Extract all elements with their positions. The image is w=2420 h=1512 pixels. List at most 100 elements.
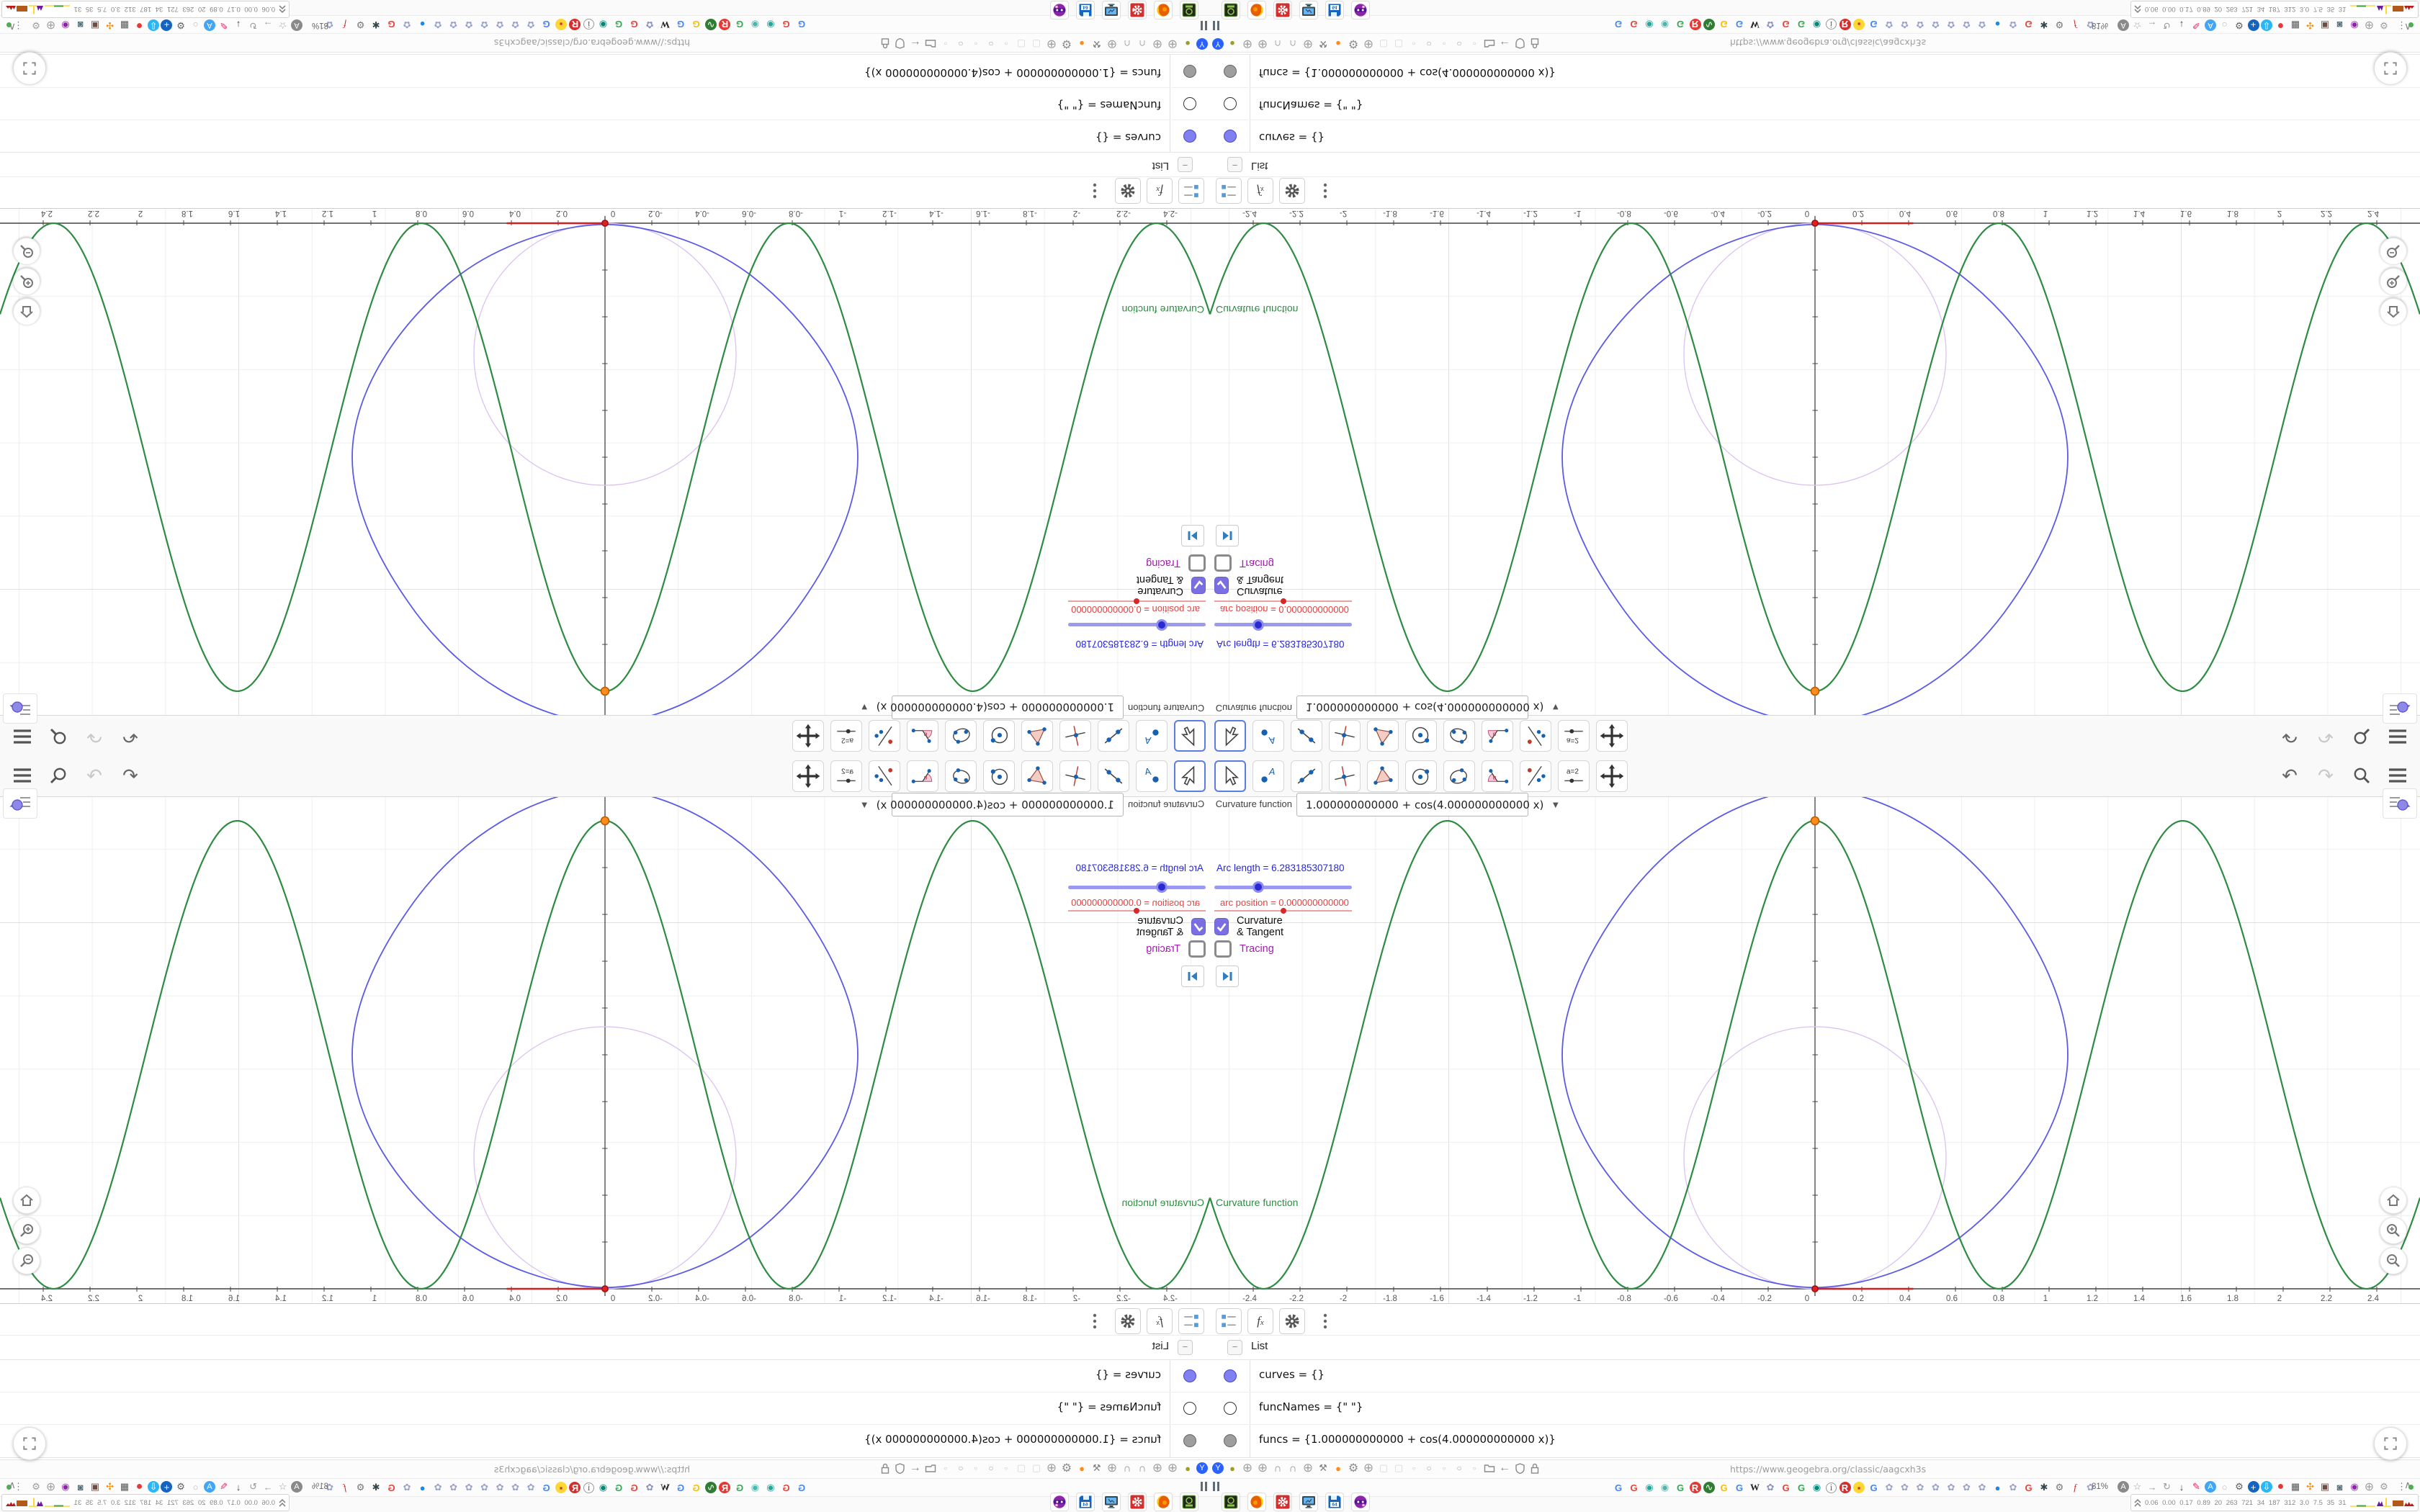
headset-icon[interactable]: ∩ [1271, 37, 1284, 50]
globe-icon[interactable]: ⊕ [1301, 37, 1314, 51]
translate-blue-icon[interactable]: A [204, 19, 215, 31]
pin-icon[interactable]: Y [1212, 38, 1224, 50]
arc-length-slider-track[interactable] [1068, 623, 1206, 626]
chevron-up-icon[interactable]: ∧ [9, 21, 16, 33]
pill-icon[interactable]: ○ [189, 1480, 202, 1493]
wikipedia-favicon[interactable]: W [1749, 18, 1762, 31]
box-icon[interactable]: ▣ [2318, 19, 2331, 32]
google-favicon[interactable]: G [1674, 1481, 1687, 1494]
visibility-marble[interactable] [1183, 97, 1196, 110]
google-favicon[interactable]: G [1733, 18, 1746, 31]
faded-icon[interactable]: ▢ [1030, 37, 1043, 50]
gear-favicon[interactable]: ⚙ [2053, 18, 2066, 31]
redo-button[interactable]: ↷ [82, 724, 107, 749]
reload-icon[interactable]: ↻ [2161, 1480, 2174, 1493]
flower-favicon[interactable]: ✿ [1764, 1481, 1777, 1494]
dot-icon[interactable]: ○ [1000, 1462, 1013, 1475]
flower-favicon[interactable]: ✿ [400, 18, 413, 31]
zoom-in-button[interactable] [2380, 1217, 2407, 1244]
site-icon[interactable]: ● [1226, 37, 1239, 50]
box-icon[interactable]: ▣ [89, 1480, 102, 1493]
translate-icon[interactable]: A [2118, 19, 2129, 31]
tool-moveview-button[interactable] [1596, 720, 1628, 752]
globe-icon[interactable]: ⊕ [1106, 1461, 1119, 1475]
dot-icon[interactable]: ○ [969, 1462, 982, 1475]
flower-favicon[interactable]: ✿ [478, 1481, 491, 1494]
algebra-row[interactable]: funcs = {1.000000000000 + cos(4.00000000… [0, 1425, 1210, 1457]
gear-icon[interactable]: ⚙ [2378, 1480, 2390, 1493]
graphics-view[interactable]: -2.4 -2.2 -2 -1.8 -1.6 -1.4 -1.2 -1 -0.8 -0.6 -0.4… [0, 209, 1210, 715]
dot-icon[interactable]: ○ [939, 1462, 952, 1475]
google-favicon[interactable]: G [1868, 1481, 1881, 1494]
taskbar-app-emulator-64[interactable]: 64 [1076, 1, 1095, 19]
arc-length-slider-knob[interactable] [1252, 619, 1264, 631]
flower-favicon[interactable]: ✿ [1960, 1481, 1973, 1494]
wikipedia-favicon[interactable]: W [659, 18, 672, 31]
google-favicon[interactable]: G [1628, 1481, 1641, 1494]
curvature-point[interactable] [1810, 816, 1820, 826]
pill-icon[interactable]: ○ [189, 19, 202, 32]
image-favicon[interactable]: ▪ [555, 19, 567, 30]
algebra-row[interactable]: funcs = {1.000000000000 + cos(4.00000000… [0, 55, 1210, 87]
google-favicon[interactable]: G [1612, 18, 1625, 31]
translate-icon[interactable]: A [291, 1481, 302, 1493]
algebra-row[interactable]: curves = {} [1210, 1360, 2420, 1392]
google-favicon[interactable]: G [1718, 1481, 1731, 1494]
headset-icon[interactable]: ∩ [1136, 1462, 1149, 1475]
shield-icon[interactable] [1513, 37, 1526, 50]
folder-icon[interactable] [1483, 37, 1496, 50]
google-favicon[interactable]: G [385, 18, 398, 31]
info-favicon[interactable]: i [583, 1482, 594, 1493]
compass-icon[interactable]: ✣ [104, 1480, 117, 1493]
fullscreen-button[interactable] [2374, 1427, 2407, 1460]
translate-icon[interactable]: A [291, 19, 302, 31]
flower-favicon[interactable]: ✿ [400, 1481, 413, 1494]
wave-favicon[interactable]: ∿ [1703, 1482, 1715, 1493]
curvature-point[interactable] [600, 816, 610, 826]
tracing-checkbox[interactable] [1214, 554, 1232, 572]
kebab-menu-button[interactable] [1312, 1308, 1338, 1334]
zoom-in-button[interactable] [13, 268, 40, 295]
zoom-in-button[interactable] [13, 1217, 40, 1244]
chevron-up-icon[interactable]: ∧ [2404, 1479, 2411, 1491]
kebab-menu-button[interactable] [1082, 178, 1108, 204]
site-icon[interactable]: ● [1181, 1462, 1194, 1475]
globe-icon[interactable]: ⊕ [1045, 1461, 1058, 1475]
pill-icon[interactable]: ○ [2218, 1480, 2231, 1493]
dot-icon[interactable]: ○ [1453, 1462, 1466, 1475]
dot-icon[interactable]: ○ [1453, 37, 1466, 50]
flower-favicon[interactable]: ✿ [493, 18, 506, 31]
globe-icon[interactable]: ⊕ [2363, 1480, 2376, 1493]
image-favicon[interactable]: ▪ [555, 1482, 567, 1493]
google-favicon[interactable]: G [795, 18, 808, 31]
lock-icon[interactable] [1528, 1462, 1541, 1475]
google-favicon[interactable]: G [690, 18, 703, 31]
algebra-row[interactable]: funcNames = {" "} [0, 1392, 1210, 1425]
arc-position-slider[interactable] [1068, 907, 1206, 914]
algebra-row[interactable]: curves = {} [0, 1360, 1210, 1392]
flower-favicon[interactable]: ✿ [1899, 1481, 1912, 1494]
shield-down-icon[interactable]: ⇩ [2261, 1481, 2272, 1493]
headset-icon[interactable]: ∩ [1121, 37, 1134, 50]
tool-slider-button[interactable]: a=2 [830, 720, 862, 752]
record-icon[interactable]: ● [133, 19, 146, 32]
flower-favicon[interactable]: ✿ [431, 18, 444, 31]
tool-reflect-button[interactable] [869, 760, 900, 792]
arc-start-point[interactable] [1811, 220, 1819, 227]
star-favicon[interactable]: ✱ [369, 1481, 382, 1494]
site-icon[interactable]: ● [1181, 37, 1194, 50]
redo-button[interactable]: ↷ [82, 763, 107, 788]
flower-favicon[interactable]: ✿ [509, 1481, 522, 1494]
menu-button[interactable] [2385, 763, 2410, 788]
tool-angle-button[interactable]: α [1482, 720, 1513, 752]
star-icon[interactable]: ☆ [277, 1480, 290, 1493]
back-arrow-icon[interactable]: ← [909, 37, 922, 50]
home-button[interactable] [2380, 298, 2407, 325]
shield-down-icon[interactable]: ⇩ [2261, 19, 2272, 31]
google-favicon[interactable]: G [733, 18, 746, 31]
taskbar-app-remote-desktop[interactable] [1102, 1, 1121, 19]
google-favicon[interactable]: G [628, 1481, 641, 1494]
search-button[interactable] [46, 763, 71, 788]
pinwheel-favicon[interactable]: ◉ [1643, 1481, 1656, 1494]
taskbar-app-firefox[interactable] [1154, 1, 1173, 19]
